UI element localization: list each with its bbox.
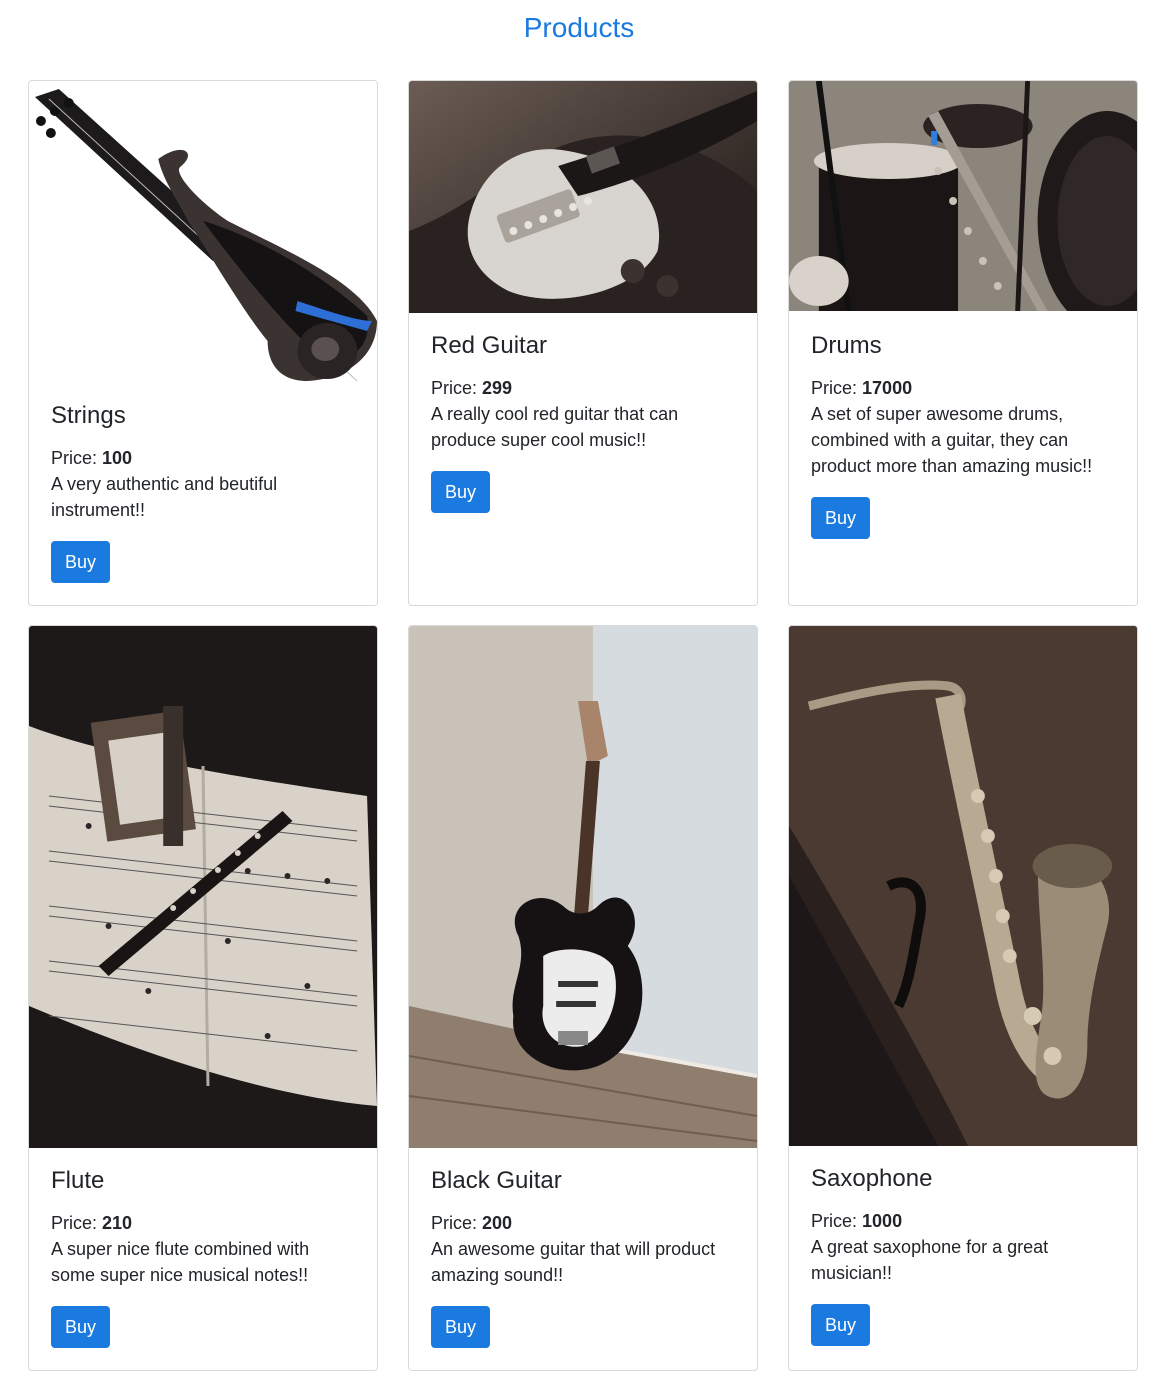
- price-value: 299: [482, 378, 513, 398]
- product-price: Price: 17000: [811, 375, 1117, 401]
- product-description: A very authentic and beutiful instrument…: [51, 474, 278, 520]
- product-description: A really cool red guitar that can produc…: [431, 404, 679, 450]
- product-name: Flute: [51, 1167, 105, 1194]
- product-price: Price: 1000: [811, 1208, 1117, 1234]
- product-image: [409, 81, 757, 313]
- product-price: Price: 200: [431, 1210, 737, 1236]
- black-guitar-in-corner-image: [409, 626, 757, 1148]
- saxophone-image: [789, 626, 1137, 1146]
- buy-button-drums[interactable]: Buy: [811, 497, 871, 539]
- product-name: Red Guitar: [431, 332, 548, 359]
- product-name: Drums: [811, 332, 882, 359]
- product-card-black-guitar: Black Guitar Price: 200 An awesome guita…: [408, 625, 758, 1371]
- recorder-on-sheet-music-image: [29, 626, 377, 1148]
- product-price: Price: 100: [51, 445, 357, 471]
- drum-kit-image: [789, 81, 1137, 311]
- product-card-strings: Strings Price: 100 A very authentic and …: [28, 80, 378, 606]
- price-value: 1000: [862, 1211, 903, 1231]
- product-description: A super nice flute combined with some su…: [51, 1239, 310, 1285]
- price-value: 100: [102, 448, 133, 468]
- product-description: A great saxophone for a great musician!!: [811, 1237, 1049, 1283]
- price-label: Price:: [811, 378, 858, 398]
- product-card-red-guitar: Red Guitar Price: 299 A really cool red …: [408, 80, 758, 606]
- price-value: 200: [482, 1213, 513, 1233]
- product-image: [29, 81, 377, 386]
- buy-button-saxophone[interactable]: Buy: [811, 1304, 871, 1346]
- price-label: Price:: [811, 1211, 858, 1231]
- buy-button-red-guitar[interactable]: Buy: [431, 471, 491, 513]
- buy-button-flute[interactable]: Buy: [51, 1306, 111, 1348]
- product-price: Price: 299: [431, 375, 737, 401]
- buy-button-black-guitar[interactable]: Buy: [431, 1306, 491, 1348]
- price-label: Price:: [431, 378, 478, 398]
- product-card-drums: Drums Price: 17000 A set of super awesom…: [788, 80, 1138, 606]
- product-description: A set of super awesome drums, combined w…: [811, 404, 1093, 476]
- product-image: [29, 626, 377, 1148]
- product-card-flute: Flute Price: 210 A super nice flute comb…: [28, 625, 378, 1371]
- price-value: 210: [102, 1213, 133, 1233]
- product-description: An awesome guitar that will product amaz…: [431, 1239, 716, 1285]
- product-price: Price: 210: [51, 1210, 357, 1236]
- price-value: 17000: [862, 378, 913, 398]
- product-image: [789, 626, 1137, 1146]
- electric-guitar-closeup-image: [409, 81, 757, 313]
- electric-violin-image: [29, 81, 377, 386]
- buy-button-strings[interactable]: Buy: [51, 541, 111, 583]
- page-title: Products: [523, 12, 635, 43]
- price-label: Price:: [51, 1213, 98, 1233]
- product-image: [789, 81, 1137, 311]
- product-name: Strings: [51, 402, 126, 429]
- product-card-saxophone: Saxophone Price: 1000 A great saxophone …: [788, 625, 1138, 1371]
- price-label: Price:: [431, 1213, 478, 1233]
- product-name: Black Guitar: [431, 1167, 562, 1194]
- product-name: Saxophone: [811, 1165, 933, 1192]
- price-label: Price:: [51, 448, 98, 468]
- product-image: [409, 626, 757, 1148]
